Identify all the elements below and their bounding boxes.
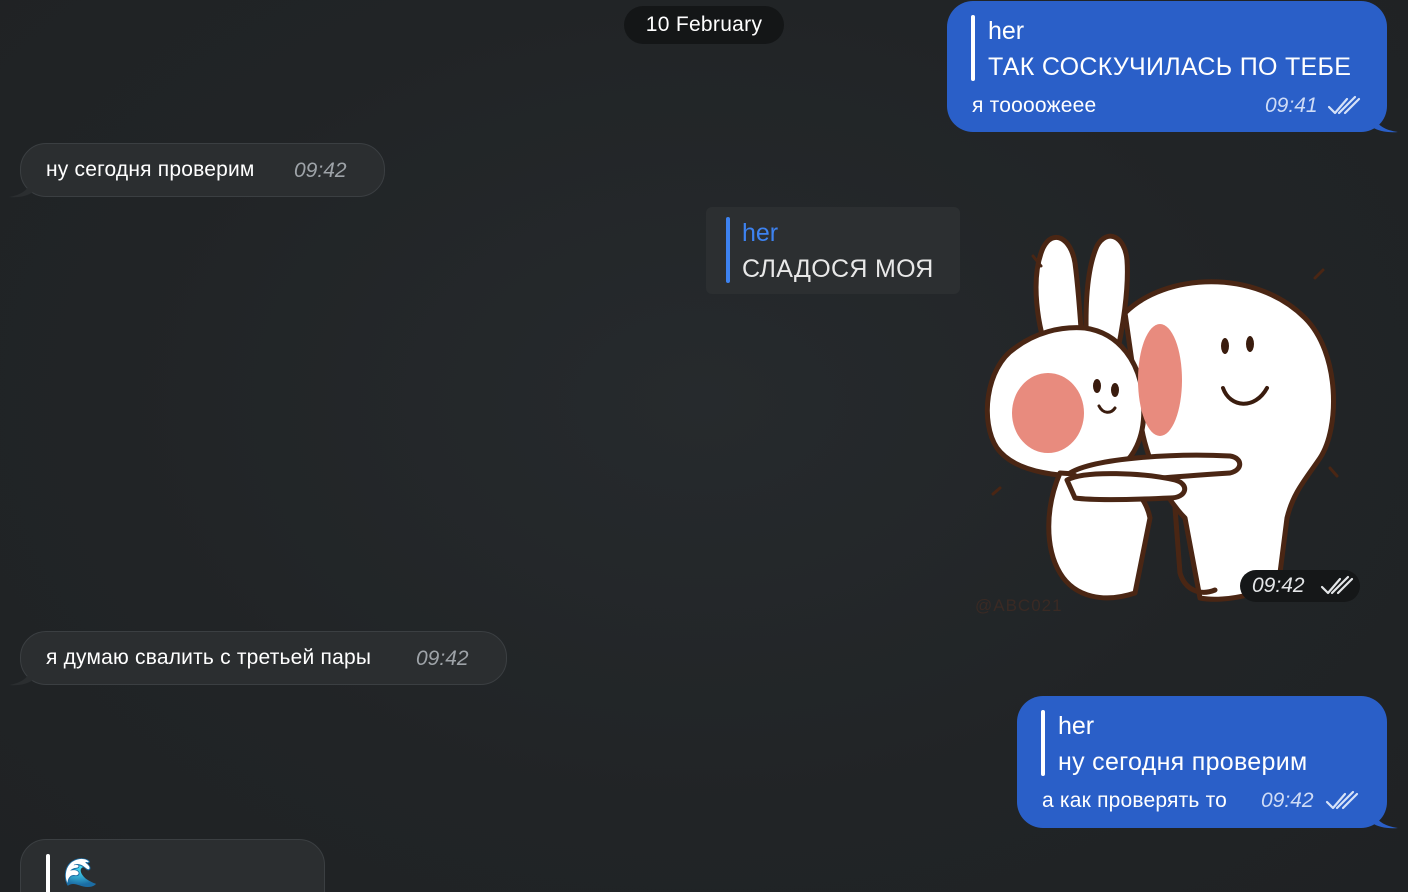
chat-area: 10 February her ТАК СОСКУЧИЛАСЬ ПО ТЕБЕ … (0, 0, 1408, 892)
bubble-tail (9, 178, 33, 198)
reply-quoted-text: СЛАДОСЯ МОЯ (742, 255, 934, 283)
reply-quote-bar (726, 217, 730, 283)
message-time: 09:42 (416, 647, 469, 670)
reply-quote-bar (971, 15, 975, 81)
message-text: ну сегодня проверим (46, 158, 255, 181)
outgoing-message[interactable]: her ТАК СОСКУЧИЛАСЬ ПО ТЕБЕ я тоооожеее … (947, 1, 1387, 132)
message-text: я думаю свалить с третьей пары (46, 646, 372, 669)
double-check-icon (1320, 575, 1354, 595)
reply-quoted-text: ТАК СОСКУЧИЛАСЬ ПО ТЕБЕ (988, 53, 1352, 81)
wave-emoji: 🌊 (63, 857, 98, 888)
reply-author-name: her (988, 17, 1025, 45)
sticker-time-badge: 09:42 (1240, 570, 1360, 602)
incoming-message[interactable]: я думаю свалить с третьей пары 09:42 (20, 631, 507, 685)
message-time: 09:42 (1252, 574, 1305, 597)
reply-author-name: her (1058, 712, 1095, 740)
bunny-hug-sticker[interactable] (975, 218, 1345, 618)
message-text: я тоооожеее (972, 94, 1097, 117)
sticker-reply-quote[interactable]: her СЛАДОСЯ МОЯ (706, 207, 960, 294)
bubble-tail (9, 666, 33, 686)
incoming-message[interactable]: 🌊 (20, 839, 325, 892)
reply-author-name: her (742, 219, 779, 247)
double-check-icon (1325, 790, 1359, 810)
message-text: а как проверять то (1042, 789, 1228, 812)
date-separator: 10 February (624, 6, 784, 44)
reply-quote-bar (46, 854, 50, 892)
message-time: 09:42 (1261, 789, 1314, 812)
bubble-tail (1372, 809, 1398, 829)
reply-quoted-text: ну сегодня проверим (1058, 748, 1308, 776)
reply-quote-bar (1041, 710, 1045, 776)
message-time: 09:42 (294, 159, 347, 182)
message-time: 09:41 (1265, 94, 1318, 117)
sticker-watermark: @ABC021 (975, 596, 1063, 615)
incoming-message[interactable]: ну сегодня проверим 09:42 (20, 143, 385, 197)
outgoing-message[interactable]: her ну сегодня проверим а как проверять … (1017, 696, 1387, 828)
double-check-icon (1327, 95, 1361, 115)
bubble-tail (1372, 113, 1398, 133)
